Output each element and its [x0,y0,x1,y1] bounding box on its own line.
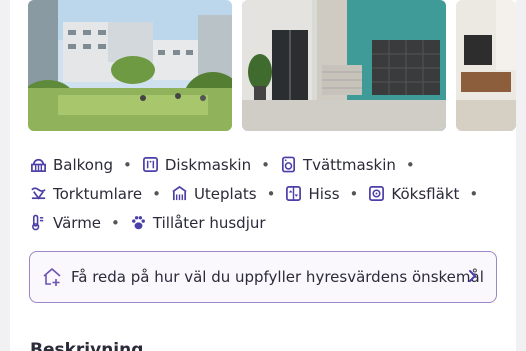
chevron-right-icon [466,267,480,285]
amenity-label: Balkong [53,155,114,174]
section-title-description: Beskrivning [30,340,144,351]
amenity-label: Värme [53,213,102,232]
separator-dot: • [111,213,120,232]
amenities-row: Balkong • Diskmaskin • Tvättmaskin • [30,150,510,179]
amenity-dryer: Torktumlare [30,185,142,203]
amenity-pets-allowed: Tillåter husdjur [130,214,266,232]
amenity-label: Tillåter husdjur [152,213,266,232]
amenity-label: Diskmaskin [164,155,252,174]
patio-icon [171,185,188,202]
separator-dot: • [261,155,270,174]
heating-icon [30,214,47,231]
amenity-kitchen-fan: Köksfläkt [368,185,459,203]
amenity-heating: Värme [30,214,101,232]
dryer-icon [30,185,47,202]
separator-dot: • [123,155,132,174]
requirements-label: Få reda på hur väl du uppfyller hyresvär… [71,268,484,286]
amenity-label: Köksfläkt [391,184,460,203]
listing-card: Balkong • Diskmaskin • Tvättmaskin • Tor… [10,0,516,351]
amenity-dishwasher: Diskmaskin [142,156,251,174]
requirements-match-banner[interactable]: Få reda på hur väl du uppfyller hyresvär… [29,251,497,303]
photo-gallery[interactable] [28,0,516,131]
separator-dot: • [469,184,479,203]
amenity-label: Tvättmaskin [302,155,396,174]
amenity-balcony: Balkong [30,156,113,174]
amenity-label: Hiss [308,184,340,203]
amenities-row: Torktumlare • Uteplats • Hiss • Köksfläk… [30,179,510,208]
amenities-list: Balkong • Diskmaskin • Tvättmaskin • Tor… [30,150,510,237]
amenity-label: Uteplats [193,184,257,203]
house-plus-icon [41,266,63,288]
amenity-label: Torktumlare [53,184,143,203]
washing-machine-icon [280,156,297,173]
separator-dot: • [349,184,359,203]
amenity-elevator: Hiss [285,184,340,203]
kitchen-fan-icon [368,185,385,202]
amenity-washing-machine: Tvättmaskin [280,156,396,174]
paw-icon [130,214,147,231]
balcony-icon [30,156,47,173]
elevator-icon [285,185,302,202]
dishwasher-icon [142,156,159,173]
gallery-photo-stairwell[interactable] [242,0,446,131]
separator-dot: • [152,184,161,203]
gallery-photo-buildings[interactable] [28,0,232,131]
separator-dot: • [405,155,415,174]
separator-dot: • [266,184,276,203]
amenity-patio: Uteplats [171,185,257,203]
amenities-row: Värme • Tillåter husdjur [30,208,510,237]
gallery-photo-interior[interactable] [456,0,516,131]
